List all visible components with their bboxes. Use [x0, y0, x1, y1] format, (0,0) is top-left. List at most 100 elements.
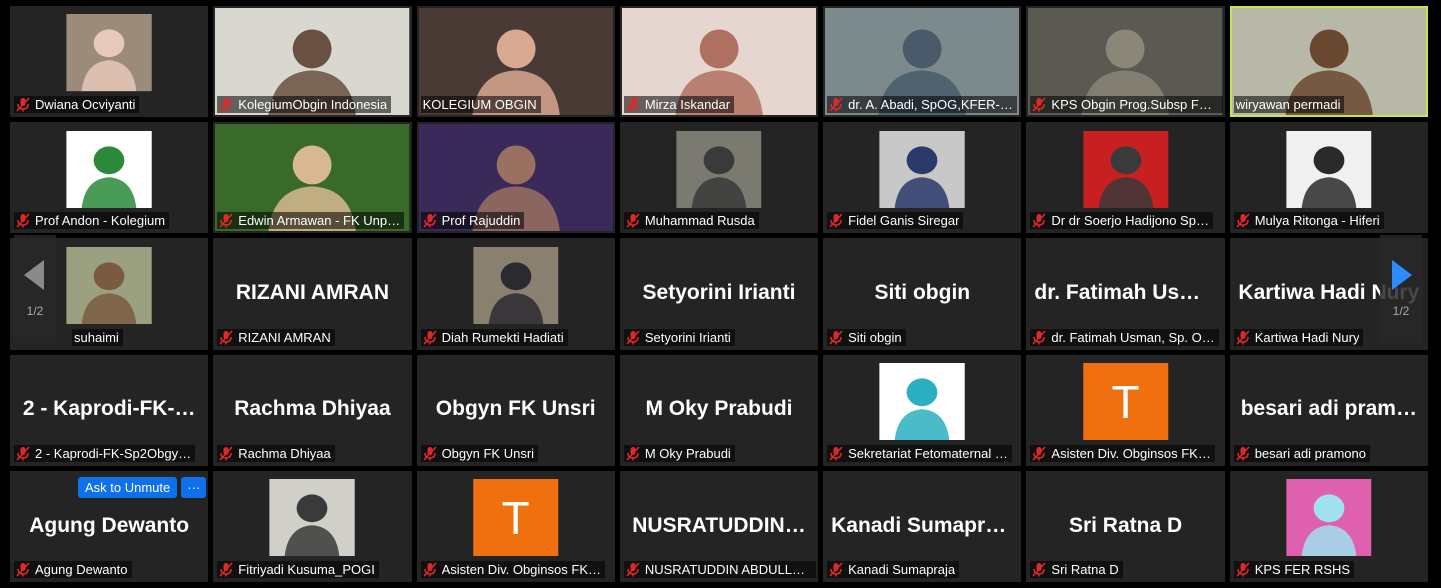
participant-name: 2 - Kaprodi-FK-Sp2Obgy…	[35, 445, 192, 461]
participant-label: dr. Fatimah Usman, Sp. O…	[1030, 328, 1219, 346]
participant-name: Diah Rumekti Hadiati	[441, 329, 564, 345]
muted-mic-icon	[626, 562, 640, 577]
participant-label: KPS FER RSHS	[1233, 560, 1355, 578]
participant-name-large: RIZANI AMRAN	[235, 281, 390, 305]
participant-label: Mulya Ritonga - Hiferi	[1233, 212, 1384, 230]
participant-name: Muhammad Rusda	[644, 213, 755, 229]
participant-name: Setyorini Irianti	[644, 329, 731, 345]
avatar: T	[1082, 363, 1169, 441]
participant-name: KPS Obgin Prog.Subsp FK…	[1051, 97, 1219, 113]
participant-label: Asisten Div. Obginsos FK…	[420, 560, 605, 578]
next-page-button[interactable]: 1/2	[1380, 235, 1422, 343]
participant-photo	[879, 130, 966, 208]
muted-mic-icon	[829, 213, 843, 228]
muted-mic-icon	[626, 213, 640, 228]
participant-name: KPS FER RSHS	[1254, 561, 1351, 577]
participant-photo	[269, 479, 356, 557]
participant-tile[interactable]: KPS Obgin Prog.Subsp FK…	[1026, 6, 1225, 118]
participant-name: Dr dr Soerjo Hadijono Sp…	[1051, 213, 1209, 229]
participant-tile[interactable]: T Asisten Div. Obginsos FK…	[416, 470, 615, 582]
participant-label: suhaimi	[72, 328, 123, 346]
participant-name: Asisten Div. Obginsos FK…	[1051, 445, 1211, 461]
more-options-button[interactable]: ···	[181, 476, 207, 498]
participant-tile[interactable]: besari adi pram… besari adi pramono	[1229, 354, 1428, 466]
participant-tile[interactable]: Sekretariat Fetomaternal …	[823, 354, 1022, 466]
participant-tile[interactable]: Rachma Dhiyaa Rachma Dhiyaa	[213, 354, 412, 466]
participant-tile[interactable]: Fidel Ganis Siregar	[823, 122, 1022, 234]
previous-page-button[interactable]: 1/2	[14, 235, 56, 343]
participant-tile[interactable]: dr. A. Abadi, SpOG,KFER-…	[823, 6, 1022, 118]
participant-name-large: Agung Dewanto	[29, 513, 190, 537]
participant-tile[interactable]: Mulya Ritonga - Hiferi	[1229, 122, 1428, 234]
participant-label: Fitriyadi Kusuma_POGI	[217, 560, 379, 578]
muted-mic-icon	[829, 446, 843, 461]
participant-tile[interactable]: Edwin Armawan - FK Unp…	[213, 122, 412, 234]
participant-name-large: Sri Ratna D	[1068, 513, 1183, 537]
participant-name: Sri Ratna D	[1051, 561, 1119, 577]
participant-tile[interactable]: Agung Dewanto Ask to Unmute ··· Agung Dewan…	[10, 470, 209, 582]
participant-name: dr. A. Abadi, SpOG,KFER-…	[848, 97, 1013, 113]
participant-label: Sekretariat Fetomaternal …	[827, 444, 1012, 462]
page-indicator-right: 1/2	[1392, 304, 1410, 318]
muted-mic-icon	[1032, 213, 1047, 228]
muted-mic-icon	[16, 97, 30, 112]
participant-photo	[66, 246, 152, 324]
participant-photo	[676, 130, 762, 208]
participant-tile[interactable]: Prof Rajuddin	[416, 122, 615, 234]
participant-tile[interactable]: Prof Andon - Kolegium	[10, 122, 209, 234]
participant-tile[interactable]: dr. Fatimah Usm… dr. Fatimah Usman, Sp. O…	[1026, 238, 1225, 350]
muted-mic-icon	[829, 330, 843, 345]
muted-mic-icon	[1236, 330, 1250, 345]
participant-tile[interactable]: T Asisten Div. Obginsos FK…	[1026, 354, 1225, 466]
participant-tile[interactable]: Dwiana Ocviyanti	[10, 6, 209, 118]
participant-label: KPS Obgin Prog.Subsp FK…	[1030, 96, 1223, 114]
participant-name: Edwin Armawan - FK Unp…	[238, 213, 401, 229]
participant-tile[interactable]: Mirza Iskandar	[619, 6, 819, 118]
participant-tile[interactable]: M Oky Prabudi M Oky Prabudi	[619, 354, 819, 466]
muted-mic-icon	[626, 330, 640, 345]
participant-tile[interactable]: Diah Rumekti Hadiati	[416, 238, 615, 350]
participant-name: besari adi pramono	[1254, 445, 1366, 461]
participant-label: 2 - Kaprodi-FK-Sp2Obgy…	[14, 444, 196, 462]
participant-tile[interactable]: Sri Ratna D Sri Ratna D	[1026, 470, 1225, 582]
participant-name: KOLEGIUM OBGIN	[422, 97, 537, 113]
participant-label: Kartiwa Hadi Nury	[1233, 328, 1364, 346]
video-gallery: Dwiana Ocviyanti KolegiumObgin Indonesia K…	[10, 6, 1428, 582]
participant-label: besari adi pramono	[1233, 444, 1370, 462]
participant-tile[interactable]: RIZANI AMRAN RIZANI AMRAN	[213, 238, 412, 350]
participant-tile[interactable]: Setyorini Irianti Setyorini Irianti	[619, 238, 819, 350]
participant-tile[interactable]: KOLEGIUM OBGIN	[416, 6, 615, 118]
participant-tile[interactable]: KolegiumObgin Indonesia	[213, 6, 412, 118]
muted-mic-icon	[1236, 562, 1250, 577]
participant-tile[interactable]: wiryawan permadi	[1229, 6, 1428, 118]
participant-name: Rachma Dhiyaa	[238, 445, 331, 461]
muted-mic-icon	[1032, 446, 1047, 461]
participant-name-large: Obgyn FK Unsri	[435, 397, 596, 421]
participant-label: Muhammad Rusda	[623, 212, 759, 230]
participant-name: Agung Dewanto	[35, 561, 128, 577]
participant-tile[interactable]: Kanadi Sumapraja Kanadi Sumapraja	[823, 470, 1022, 582]
participant-label: Siti obgin	[827, 328, 906, 346]
muted-mic-icon	[829, 562, 843, 577]
participant-tile[interactable]: NUSRATUDDIN… NUSRATUDDIN ABDULLA…	[619, 470, 819, 582]
muted-mic-icon	[1032, 562, 1047, 577]
participant-label: Dwiana Ocviyanti	[14, 96, 140, 114]
participant-tile[interactable]: Dr dr Soerjo Hadijono Sp…	[1026, 122, 1225, 234]
participant-tile[interactable]: Obgyn FK Unsri Obgyn FK Unsri	[416, 354, 615, 466]
participant-photo	[66, 130, 152, 208]
ask-to-unmute-button[interactable]: Ask to Unmute	[78, 476, 178, 498]
participant-name-large: Siti obgin	[874, 281, 971, 305]
muted-mic-icon	[422, 562, 437, 577]
participant-tile[interactable]: Fitriyadi Kusuma_POGI	[213, 470, 412, 582]
participant-tile[interactable]: KPS FER RSHS	[1229, 470, 1428, 582]
muted-mic-icon	[1236, 213, 1250, 228]
participant-label: Rachma Dhiyaa	[217, 444, 335, 462]
participant-name: Dwiana Ocviyanti	[35, 97, 136, 113]
participant-tile[interactable]: Siti obgin Siti obgin	[823, 238, 1022, 350]
participant-photo	[472, 246, 559, 324]
participant-name: Prof Andon - Kolegium	[35, 213, 166, 229]
participant-label: Prof Andon - Kolegium	[14, 212, 170, 230]
participant-tile[interactable]: 2 - Kaprodi-FK-… 2 - Kaprodi-FK-Sp2Obgy…	[10, 354, 209, 466]
participant-label: KolegiumObgin Indonesia	[217, 96, 392, 114]
participant-tile[interactable]: Muhammad Rusda	[619, 122, 819, 234]
